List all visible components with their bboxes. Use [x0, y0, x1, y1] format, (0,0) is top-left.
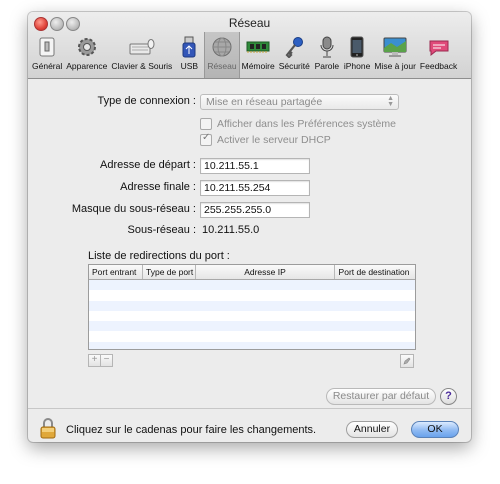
updown-arrows-icon: ▲ ▼	[387, 95, 394, 108]
checkmark-icon	[200, 132, 212, 146]
remove-button[interactable]: −	[101, 354, 113, 367]
start-address-label: Adresse de départ :	[99, 159, 196, 171]
tab-security[interactable]: Sécurité	[277, 32, 312, 78]
table-row	[89, 310, 415, 322]
tab-iphone[interactable]: iPhone	[342, 32, 372, 78]
tab-general[interactable]: Général	[30, 32, 64, 78]
subnet-value: 10.211.55.0	[202, 224, 260, 236]
gear-icon	[74, 35, 100, 59]
globe-icon	[209, 35, 235, 59]
preferences-toolbar: Général Apparence Clavier & Souris USB R…	[30, 32, 459, 78]
column-header-port-type[interactable]: Type de port	[143, 265, 196, 279]
column-header-ip-address[interactable]: Adresse IP	[196, 265, 335, 279]
add-button[interactable]: +	[88, 354, 101, 367]
table-header: Port entrant Type de port Adresse IP Por…	[89, 265, 415, 280]
cancel-button[interactable]: Annuler	[346, 421, 398, 438]
key-icon	[281, 35, 307, 59]
window-title: Réseau	[228, 16, 271, 30]
connection-type-select[interactable]: Mise en réseau partagée ▲ ▼	[200, 94, 399, 110]
ok-button[interactable]: OK	[411, 421, 459, 438]
iphone-icon	[344, 35, 370, 59]
end-address-label: Adresse finale :	[120, 181, 196, 193]
tab-appearance[interactable]: Apparence	[64, 32, 109, 78]
tab-software-update[interactable]: Mise à jour	[372, 32, 418, 78]
pencil-icon	[403, 357, 411, 365]
table-row	[89, 341, 415, 349]
tab-feedback[interactable]: Feedback	[418, 32, 459, 78]
help-button[interactable]: ?	[440, 388, 457, 405]
tab-usb[interactable]: USB	[174, 32, 204, 78]
column-header-incoming-port[interactable]: Port entrant	[89, 265, 143, 279]
title-bar: Réseau Général Apparence Clavier & Souri…	[28, 12, 471, 79]
port-forwarding-label: Liste de redirections du port :	[88, 250, 230, 262]
lock-icon[interactable]	[40, 417, 56, 439]
light-switch-icon	[34, 35, 60, 59]
subnet-mask-field[interactable]: 255.255.255.0	[200, 202, 310, 218]
end-address-field[interactable]: 10.211.55.254	[200, 180, 310, 196]
usb-icon	[176, 35, 202, 59]
start-address-field[interactable]: 10.211.55.1	[200, 158, 310, 174]
edit-button[interactable]	[400, 354, 414, 368]
keyboard-icon	[129, 35, 155, 59]
footer-divider	[28, 408, 471, 409]
subnet-label: Sous-réseau :	[127, 224, 196, 236]
enable-dhcp-checkbox[interactable]: Activer le serveur DHCP	[200, 132, 331, 146]
show-in-system-prefs-checkbox[interactable]: Afficher dans les Préférences système	[200, 118, 396, 130]
tab-network[interactable]: Réseau	[204, 32, 240, 78]
table-row	[89, 321, 415, 332]
network-settings-pane: Type de connexion : Mise en réseau parta…	[28, 79, 471, 442]
add-remove-controls: + −	[88, 354, 113, 367]
table-row	[89, 331, 415, 342]
microphone-icon	[314, 35, 340, 59]
lock-message: Cliquez sur le cadenas pour faire les ch…	[66, 424, 317, 436]
checkbox-box	[200, 118, 212, 130]
table-row	[89, 280, 415, 291]
preferences-window: Réseau Général Apparence Clavier & Souri…	[28, 12, 471, 442]
table-row	[89, 300, 415, 311]
subnet-mask-label: Masque du sous-réseau :	[71, 203, 196, 215]
connection-type-label: Type de connexion :	[97, 95, 196, 107]
tab-keyboard-mouse[interactable]: Clavier & Souris	[109, 32, 174, 78]
feedback-icon	[426, 35, 452, 59]
monitor-update-icon	[382, 35, 408, 59]
table-body	[89, 280, 415, 349]
table-row	[89, 290, 415, 301]
tab-speech[interactable]: Parole	[312, 32, 342, 78]
tab-memory[interactable]: Mémoire	[240, 32, 277, 78]
port-forwarding-table[interactable]: Port entrant Type de port Adresse IP Por…	[88, 264, 416, 350]
memory-chip-icon	[245, 35, 271, 59]
column-header-destination-port[interactable]: Port de destination	[335, 265, 413, 279]
restore-defaults-button[interactable]: Restaurer par défaut	[326, 388, 436, 405]
